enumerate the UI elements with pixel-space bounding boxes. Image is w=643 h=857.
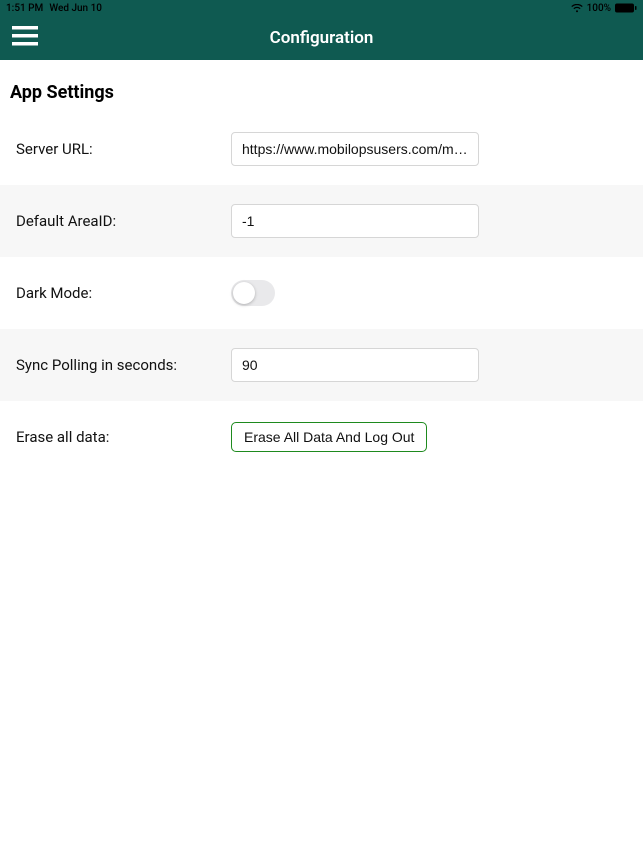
section-heading: App Settings [0,60,643,113]
erase-button[interactable]: Erase All Data And Log Out [231,422,427,452]
hamburger-menu-icon[interactable] [12,26,38,50]
app-header: Configuration [0,16,643,60]
label-erase: Erase all data: [16,428,231,446]
row-server-url: Server URL: [0,113,643,185]
wifi-icon [571,4,583,13]
input-server-url[interactable] [231,132,479,166]
status-battery-pct: 100% [587,3,611,14]
label-sync-polling: Sync Polling in seconds: [16,356,231,374]
content: App Settings Server URL: Default AreaID:… [0,60,643,473]
row-erase: Erase all data: Erase All Data And Log O… [0,401,643,473]
input-area-id[interactable] [231,204,479,238]
input-sync-polling[interactable] [231,348,479,382]
toggle-knob [233,282,255,304]
status-time: 1:51 PM [6,3,43,14]
status-bar: 1:51 PM Wed Jun 10 100% [0,0,643,16]
page-title: Configuration [270,28,374,48]
battery-icon [615,3,637,13]
label-server-url: Server URL: [16,140,231,158]
row-sync-polling: Sync Polling in seconds: [0,329,643,401]
status-date: Wed Jun 10 [49,3,102,14]
toggle-dark-mode[interactable] [231,280,275,306]
row-area-id: Default AreaID: [0,185,643,257]
row-dark-mode: Dark Mode: [0,257,643,329]
label-area-id: Default AreaID: [16,212,231,230]
label-dark-mode: Dark Mode: [16,284,231,302]
